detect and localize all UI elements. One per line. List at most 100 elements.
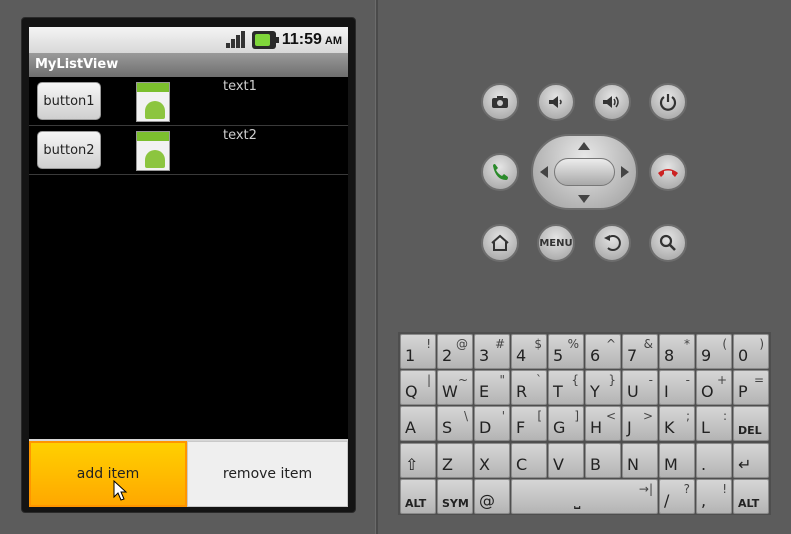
camera-icon[interactable] bbox=[481, 83, 519, 121]
list-item: button1 text1 bbox=[29, 77, 348, 126]
menu-button[interactable]: MENU bbox=[537, 224, 575, 262]
key-3-2[interactable]: X bbox=[474, 443, 510, 478]
key-main-label: 6 bbox=[590, 346, 601, 365]
key-2-1[interactable]: S \ bbox=[437, 406, 473, 441]
key-2-7[interactable]: K; bbox=[659, 406, 695, 441]
key-main-label: B bbox=[590, 455, 601, 474]
dpad-center-button[interactable] bbox=[554, 158, 615, 186]
back-icon[interactable] bbox=[593, 224, 631, 262]
key-3-1[interactable]: Z bbox=[437, 443, 473, 478]
key-0-6[interactable]: 7 & bbox=[622, 334, 658, 369]
key-main-label: DEL bbox=[738, 424, 762, 437]
key-0-8[interactable]: 9( bbox=[696, 334, 732, 369]
key-main-label: ↵ bbox=[738, 455, 752, 474]
key-3-8[interactable]: . bbox=[696, 443, 732, 478]
key-3-4[interactable]: V bbox=[548, 443, 584, 478]
key-0-5[interactable]: 6 ^ bbox=[585, 334, 621, 369]
key-1-0[interactable]: Q | bbox=[400, 370, 436, 405]
volume-down-icon[interactable] bbox=[537, 83, 575, 121]
key-3-0[interactable]: ⇧ bbox=[400, 443, 436, 478]
key-3-5[interactable]: B bbox=[585, 443, 621, 478]
key-main-label: 3 bbox=[479, 346, 490, 365]
key-1-8[interactable]: O + bbox=[696, 370, 732, 405]
key-alt-label: ~ bbox=[457, 373, 468, 387]
key-0-4[interactable]: 5% bbox=[548, 334, 584, 369]
key-0-7[interactable]: 8 * bbox=[659, 334, 695, 369]
home-icon[interactable] bbox=[481, 224, 519, 262]
search-icon[interactable] bbox=[649, 224, 687, 262]
battery-icon bbox=[251, 31, 279, 49]
dpad-right-icon[interactable] bbox=[620, 165, 630, 179]
key-2-9[interactable]: DEL bbox=[733, 406, 769, 441]
key-3-6[interactable]: N bbox=[622, 443, 658, 478]
key-alt-label: + bbox=[716, 373, 727, 387]
key-main-label: J bbox=[627, 418, 632, 437]
key-4-3[interactable]: ⎵ →| bbox=[511, 479, 658, 514]
list-item-button[interactable]: button2 bbox=[37, 131, 101, 169]
key-2-8[interactable]: L: bbox=[696, 406, 732, 441]
dpad-down-icon[interactable] bbox=[577, 194, 591, 204]
key-main-label: ⇧ bbox=[405, 455, 419, 474]
key-4-4[interactable]: /? bbox=[659, 479, 695, 514]
key-main-label: E bbox=[479, 382, 490, 401]
key-1-3[interactable]: R ` bbox=[511, 370, 547, 405]
key-alt-label: < bbox=[605, 409, 616, 423]
key-1-7[interactable]: I- bbox=[659, 370, 695, 405]
key-alt-label: ] bbox=[574, 409, 579, 423]
key-3-9[interactable]: ↵ bbox=[733, 443, 769, 478]
key-0-2[interactable]: 3 # bbox=[474, 334, 510, 369]
key-3-7[interactable]: M bbox=[659, 443, 695, 478]
key-4-1[interactable]: SYM bbox=[437, 479, 473, 514]
key-alt-label: [ bbox=[537, 409, 542, 423]
key-main-label: . bbox=[701, 455, 707, 474]
key-main-label: M bbox=[664, 455, 678, 474]
key-2-3[interactable]: F[ bbox=[511, 406, 547, 441]
key-main-label: D bbox=[479, 418, 492, 437]
key-main-label: 8 bbox=[664, 346, 675, 365]
key-3-3[interactable]: C bbox=[511, 443, 547, 478]
key-1-9[interactable]: P = bbox=[733, 370, 769, 405]
key-alt-label: ( bbox=[722, 337, 727, 351]
key-1-2[interactable]: E " bbox=[474, 370, 510, 405]
key-alt-label: | bbox=[426, 373, 431, 387]
key-1-5[interactable]: Y} bbox=[585, 370, 621, 405]
key-alt-label: } bbox=[608, 373, 616, 387]
dpad-up-icon[interactable] bbox=[577, 141, 591, 151]
dpad-left-icon[interactable] bbox=[539, 165, 549, 179]
key-alt-label: - bbox=[648, 373, 653, 387]
key-0-1[interactable]: 2 @ bbox=[437, 334, 473, 369]
end-call-icon[interactable] bbox=[649, 153, 687, 191]
power-icon[interactable] bbox=[649, 83, 687, 121]
key-4-2[interactable]: @ bbox=[474, 479, 510, 514]
key-main-label: L bbox=[701, 418, 710, 437]
keyboard-row: A S \ D ' F[G] H < J > K; L: DEL bbox=[400, 406, 769, 442]
key-main-label: C bbox=[516, 455, 528, 474]
key-2-5[interactable]: H < bbox=[585, 406, 621, 441]
key-0-9[interactable]: 0) bbox=[733, 334, 769, 369]
call-icon[interactable] bbox=[481, 153, 519, 191]
key-4-6[interactable]: ALT bbox=[733, 479, 769, 514]
key-2-6[interactable]: J > bbox=[622, 406, 658, 441]
status-bar: 11:59 AM bbox=[29, 27, 348, 53]
key-0-0[interactable]: 1! bbox=[400, 334, 436, 369]
key-1-1[interactable]: W ~ bbox=[437, 370, 473, 405]
keyboard-row: ⇧ Z X C V B N M. ↵ bbox=[400, 443, 769, 479]
key-4-5[interactable]: ,! bbox=[696, 479, 732, 514]
key-2-2[interactable]: D ' bbox=[474, 406, 510, 441]
key-alt-label: % bbox=[567, 337, 579, 351]
key-0-3[interactable]: 4 $ bbox=[511, 334, 547, 369]
key-2-0[interactable]: A bbox=[400, 406, 436, 441]
key-1-6[interactable]: U- bbox=[622, 370, 658, 405]
volume-up-icon[interactable] bbox=[593, 83, 631, 121]
add-item-button[interactable]: add item bbox=[29, 441, 187, 507]
key-main-label: Q bbox=[405, 382, 418, 401]
key-4-0[interactable]: ALT bbox=[400, 479, 436, 514]
key-1-4[interactable]: T{ bbox=[548, 370, 584, 405]
list-item-button[interactable]: button1 bbox=[37, 82, 101, 120]
key-main-label: H bbox=[590, 418, 603, 437]
key-2-4[interactable]: G] bbox=[548, 406, 584, 441]
remove-item-button[interactable]: remove item bbox=[187, 441, 348, 507]
mouse-cursor-icon bbox=[113, 480, 128, 501]
key-main-label: 7 bbox=[627, 346, 638, 365]
key-alt-label: # bbox=[494, 337, 505, 351]
